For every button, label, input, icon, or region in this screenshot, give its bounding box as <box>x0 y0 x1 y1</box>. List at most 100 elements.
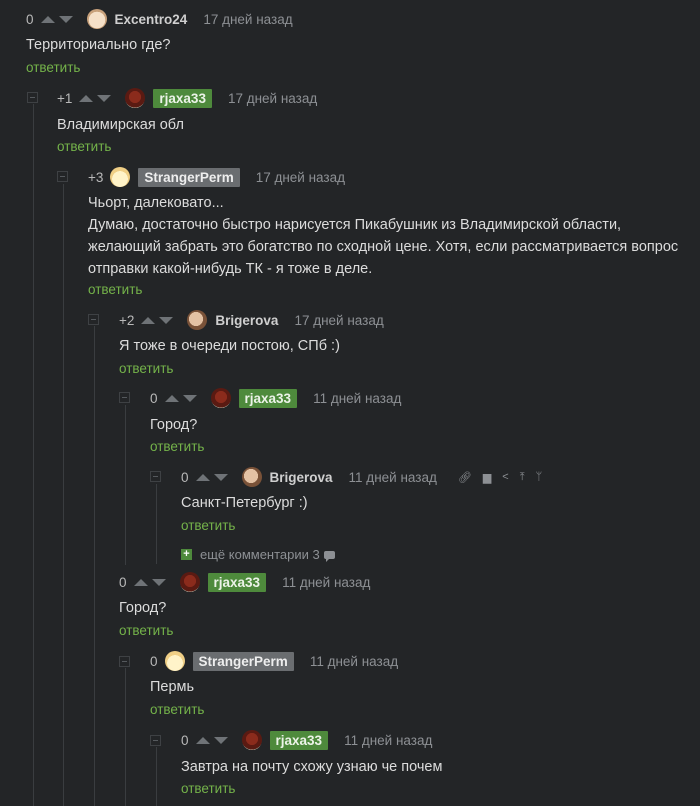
collapse-button[interactable] <box>119 392 130 403</box>
comment-rating: 0 <box>150 653 158 669</box>
reply-link[interactable]: ответить <box>181 518 235 533</box>
upvote-icon[interactable] <box>164 394 179 402</box>
collapse-button[interactable] <box>150 471 161 482</box>
comment-time[interactable]: 11 дней назад <box>282 575 370 590</box>
avatar[interactable] <box>164 651 185 671</box>
comment-time[interactable]: 11 дней назад <box>344 733 432 748</box>
username[interactable]: Excentro24 <box>115 12 188 27</box>
comment-rating: 0 <box>181 469 189 485</box>
thread-line <box>125 668 126 806</box>
thread-line <box>94 326 95 806</box>
comment-header: 0 Excentro24 17 дней назад <box>26 8 293 30</box>
comment-header: 0 Brigerova 11 дней назад 🔗︎ ▆ < ⤒ ᛘ <box>181 466 542 488</box>
comment-time[interactable]: 11 дней назад <box>310 654 398 669</box>
comment-rating: +3 <box>88 169 104 185</box>
thread-line <box>156 747 157 806</box>
username-badge[interactable]: rjaxa33 <box>269 730 329 750</box>
reply-link[interactable]: ответить <box>26 60 80 75</box>
downvote-icon[interactable] <box>58 15 73 23</box>
comment-rating: 0 <box>150 390 158 406</box>
username-badge[interactable]: StrangerPerm <box>192 651 294 671</box>
comment-line: Завтра на почту схожу узнаю че почем <box>181 759 443 775</box>
collapse-button[interactable] <box>27 92 38 103</box>
save-icon[interactable]: ▆ <box>483 471 491 484</box>
comment-time[interactable]: 17 дней назад <box>256 170 345 185</box>
comment-line: Чьорт, далековато... <box>88 195 224 211</box>
username-badge[interactable]: rjaxa33 <box>207 572 267 592</box>
avatar[interactable] <box>179 572 200 592</box>
downvote-icon[interactable] <box>182 394 197 402</box>
upvote-icon[interactable] <box>40 15 55 23</box>
comment-time[interactable]: 17 дней назад <box>294 313 383 328</box>
plus-icon: + <box>181 549 192 560</box>
comment-text: Пермь <box>150 676 194 698</box>
comment-header: +3 StrangerPerm 17 дней назад <box>88 166 345 188</box>
comment-rating: 0 <box>119 574 127 590</box>
collapse-button[interactable] <box>88 314 99 325</box>
comment-line: Я тоже в очереди постою, СПб :) <box>119 338 340 354</box>
avatar[interactable] <box>110 167 131 187</box>
collapse-button[interactable] <box>119 656 130 667</box>
branch-icon[interactable]: ᛘ <box>536 471 543 483</box>
comment-time[interactable]: 11 дней назад <box>349 470 437 485</box>
thread-line <box>63 184 64 806</box>
thread-line <box>125 405 126 565</box>
pin-icon[interactable]: ⤒ <box>520 471 525 484</box>
upvote-icon[interactable] <box>79 94 94 102</box>
thread-line <box>33 104 34 806</box>
comment-line: Город? <box>119 600 167 616</box>
reply-link[interactable]: ответить <box>150 439 204 454</box>
avatar[interactable] <box>241 467 262 487</box>
reply-link[interactable]: ответить <box>88 282 142 297</box>
reply-link[interactable]: ответить <box>150 702 204 717</box>
reply-link[interactable]: ответить <box>119 361 173 376</box>
upvote-icon[interactable] <box>195 473 210 481</box>
comment-line: Владимирская обл <box>57 117 184 133</box>
downvote-icon[interactable] <box>213 736 228 744</box>
collapse-button[interactable] <box>57 171 68 182</box>
upvote-icon[interactable] <box>141 316 156 324</box>
comment-rating: 0 <box>181 732 189 748</box>
collapse-button[interactable] <box>150 735 161 746</box>
avatar[interactable] <box>210 388 231 408</box>
link-icon[interactable]: 🔗︎ <box>458 471 472 484</box>
reply-link[interactable]: ответить <box>119 623 173 638</box>
comment-header: 0 StrangerPerm 11 дней назад <box>150 650 398 672</box>
comment-time[interactable]: 17 дней назад <box>228 91 317 106</box>
username[interactable]: Brigerova <box>215 313 278 328</box>
upvote-icon[interactable] <box>195 736 210 744</box>
downvote-icon[interactable] <box>151 578 166 586</box>
downvote-icon[interactable] <box>213 473 228 481</box>
comment-text: Я тоже в очереди постою, СПб :) <box>119 335 340 357</box>
reply-link[interactable]: ответить <box>181 781 235 796</box>
more-comments[interactable]: + ещё комментарии 3 <box>181 547 335 562</box>
reply-link[interactable]: ответить <box>57 139 111 154</box>
share-icon[interactable]: < <box>502 471 508 483</box>
avatar[interactable] <box>187 310 208 330</box>
downvote-icon[interactable] <box>97 94 112 102</box>
comment-header: 0 rjaxa33 11 дней назад <box>181 729 432 751</box>
avatar[interactable] <box>86 9 107 29</box>
username-badge[interactable]: rjaxa33 <box>238 388 298 408</box>
comment-line: Пермь <box>150 679 195 695</box>
comment-time[interactable]: 17 дней назад <box>203 12 292 27</box>
username-badge[interactable]: rjaxa33 <box>153 88 212 108</box>
comment-line: желающий забрать это богатство по сходно… <box>88 239 679 255</box>
comment-rating: +1 <box>57 90 73 106</box>
comment-line: отправки какой-нибудь ТК - я тоже в деле… <box>88 261 373 277</box>
avatar[interactable] <box>125 88 146 108</box>
avatar[interactable] <box>241 730 262 750</box>
downvote-icon[interactable] <box>159 316 174 324</box>
thread-line <box>156 484 157 564</box>
upvote-icon[interactable] <box>133 578 148 586</box>
username-badge[interactable]: StrangerPerm <box>138 167 240 187</box>
comment-time[interactable]: 11 дней назад <box>313 391 401 406</box>
comment-text: Город? <box>119 597 166 619</box>
comment-text: Город? <box>150 414 197 436</box>
comment-rating: +2 <box>119 312 135 328</box>
comment-tools: 🔗︎ ▆ < ⤒ ᛘ <box>447 471 542 484</box>
comment-text: Завтра на почту схожу узнаю че почем <box>181 756 442 778</box>
comment-rating: 0 <box>26 11 34 27</box>
comment-header: 0 rjaxa33 11 дней назад <box>150 387 401 409</box>
username[interactable]: Brigerova <box>270 470 333 485</box>
